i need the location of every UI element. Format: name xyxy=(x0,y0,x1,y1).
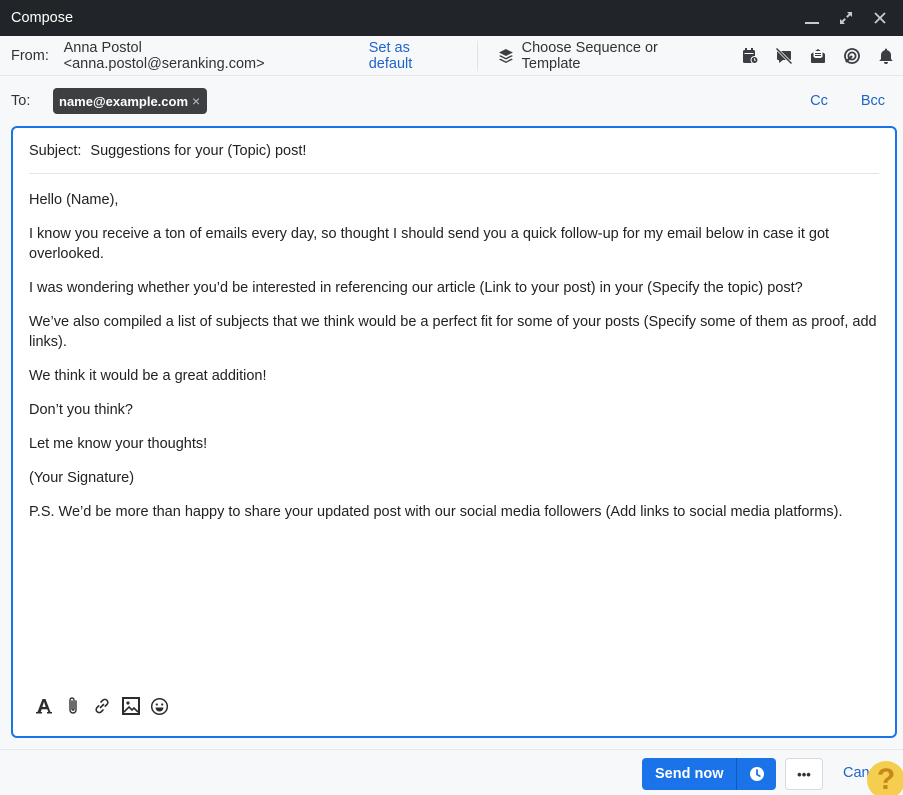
divider xyxy=(476,40,478,71)
remove-recipient-icon[interactable]: × xyxy=(192,93,200,109)
body-paragraph: We think it would be a great addition! xyxy=(29,368,267,384)
from-sender[interactable]: Anna Postol <anna.postol@seranking.com> xyxy=(64,40,345,72)
from-label: From: xyxy=(11,47,49,64)
bell-icon xyxy=(879,48,893,64)
help-icon[interactable]: ? xyxy=(867,761,903,795)
attachment-icon xyxy=(68,697,77,714)
minimize-icon xyxy=(805,22,819,24)
body-paragraph: Let me know your thoughts! xyxy=(29,436,208,452)
send-button-group: Send now xyxy=(642,758,777,790)
cc-link[interactable]: Cc xyxy=(810,93,828,109)
window-title: Compose xyxy=(11,10,74,26)
open-mail-button[interactable] xyxy=(801,41,835,71)
schedule-calendar-icon xyxy=(743,47,759,64)
clock-icon xyxy=(749,767,764,781)
text-format-button[interactable] xyxy=(29,694,58,718)
notifications-button[interactable] xyxy=(869,41,903,71)
open-mail-icon xyxy=(811,48,825,63)
from-row: From: Anna Postol <anna.postol@seranking… xyxy=(0,36,903,76)
close-button[interactable] xyxy=(863,0,897,36)
image-icon xyxy=(121,697,140,715)
window-controls xyxy=(795,0,897,36)
minimize-button[interactable] xyxy=(795,0,829,36)
compose-tools xyxy=(733,41,903,71)
body-paragraph: Hello (Name), xyxy=(29,192,119,208)
target-button[interactable] xyxy=(835,41,869,71)
attachment-button[interactable] xyxy=(58,694,87,718)
to-row: To: name@example.com × Cc Bcc xyxy=(0,76,903,126)
expand-icon xyxy=(840,12,852,24)
layers-icon xyxy=(498,48,513,63)
target-icon xyxy=(844,47,860,64)
body-paragraph: I was wondering whether you’d be interes… xyxy=(29,280,803,296)
compose-titlebar: Compose xyxy=(0,0,903,36)
message-body[interactable]: Hello (Name), I know you receive a ton o… xyxy=(29,190,879,536)
body-paragraph: I know you receive a ton of emails every… xyxy=(29,226,830,262)
body-paragraph: We’ve also compiled a list of subjects t… xyxy=(29,314,877,350)
body-paragraph: P.S. We’d be more than happy to share yo… xyxy=(29,504,843,520)
insert-link-button[interactable] xyxy=(87,694,116,718)
choose-template-label: Choose Sequence or Template xyxy=(521,39,658,72)
to-label: To: xyxy=(11,93,31,109)
format-toolbar xyxy=(29,694,174,718)
message-editor[interactable]: Subject: Suggestions for your (Topic) po… xyxy=(11,126,897,738)
body-paragraph: Don’t you think? xyxy=(29,402,133,418)
recipient-email: name@example.com xyxy=(59,93,189,109)
expand-button[interactable] xyxy=(829,0,863,36)
footer-divider xyxy=(0,749,903,750)
emoji-icon xyxy=(150,697,169,715)
recipient-chip[interactable]: name@example.com × xyxy=(53,88,208,114)
emoji-button[interactable] xyxy=(145,694,174,718)
set-as-default-link[interactable]: Set as default xyxy=(369,40,457,72)
subject-row[interactable]: Subject: Suggestions for your (Topic) po… xyxy=(29,140,879,174)
subject-label: Subject: xyxy=(29,143,82,159)
subject-input[interactable]: Suggestions for your (Topic) post! xyxy=(90,143,306,159)
choose-template-button[interactable]: Choose Sequence or Template xyxy=(498,40,719,72)
more-options-button[interactable]: ••• xyxy=(785,758,823,790)
schedule-calendar-button[interactable] xyxy=(733,41,767,71)
insert-image-button[interactable] xyxy=(116,694,145,718)
cc-bcc-links: Cc Bcc xyxy=(777,93,885,109)
tracking-off-icon xyxy=(775,46,793,65)
text-format-icon xyxy=(35,699,52,714)
bcc-link[interactable]: Bcc xyxy=(861,93,885,109)
schedule-send-button[interactable] xyxy=(736,758,776,790)
tracking-toggle-button[interactable] xyxy=(767,41,801,71)
body-paragraph: (Your Signature) xyxy=(29,470,135,486)
send-now-button[interactable]: Send now xyxy=(642,758,736,790)
link-icon xyxy=(94,698,109,714)
close-icon xyxy=(874,12,886,24)
